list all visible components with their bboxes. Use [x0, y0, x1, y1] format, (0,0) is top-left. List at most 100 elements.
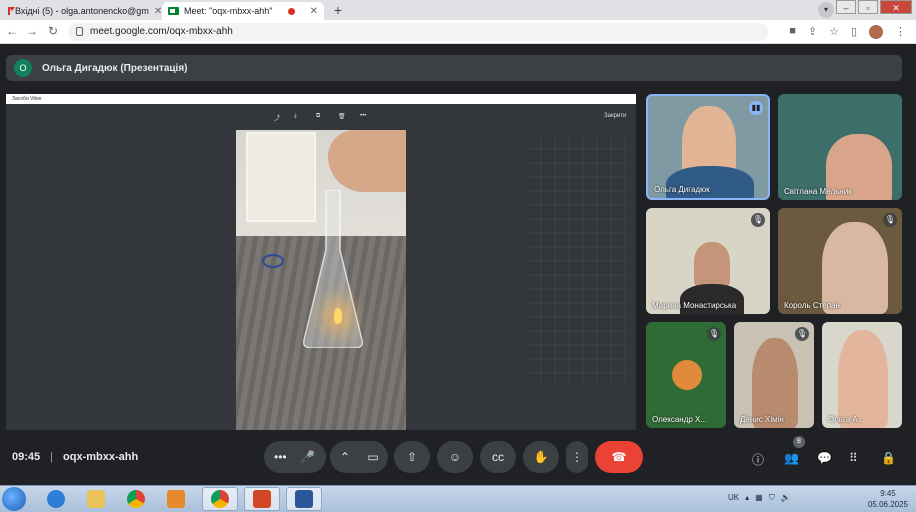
- photo-flask: [302, 190, 364, 348]
- participant-tile-3[interactable]: 🎙 Марина Монастирська: [646, 208, 770, 314]
- browser-toolbar-icons: ■ ⇪ ☆ ▯ ⋮: [789, 25, 906, 39]
- camera-control-group: ⌃ ▭: [330, 441, 388, 473]
- present-screen-button[interactable]: ⇧: [394, 441, 430, 473]
- people-icon[interactable]: 👥: [784, 451, 799, 465]
- chat-icon[interactable]: 💬: [817, 451, 832, 465]
- network-icon[interactable]: ▦: [755, 493, 763, 503]
- separator: |: [50, 451, 53, 463]
- new-tab-button[interactable]: +: [330, 2, 346, 18]
- mic-control-group: ••• 🎤: [264, 441, 326, 473]
- profile-avatar[interactable]: [869, 25, 883, 39]
- participant-tile-6[interactable]: 🎙 Денис Хімін: [734, 322, 814, 428]
- tab-meet-title: Meet: "oqx-mbxx-ahh": [184, 6, 273, 16]
- captions-button[interactable]: cc: [480, 441, 516, 473]
- image-viewer-toolbar: ⤴ ⤓ ⧉ 🗑 ••• Закрити: [6, 108, 636, 128]
- chrome-icon: [211, 490, 229, 508]
- participant-name: Денис Хімін: [740, 415, 784, 424]
- shared-window-title: Засоби Viber: [6, 94, 636, 104]
- back-button[interactable]: ←: [6, 24, 18, 38]
- participant-clothing: [666, 166, 754, 198]
- sidebar-icon[interactable]: ▯: [851, 25, 857, 39]
- taskbar-media-player[interactable]: [158, 487, 194, 511]
- participant-video: [694, 242, 730, 286]
- emoji-panel: [528, 136, 628, 386]
- clock-time: 9:45: [880, 489, 896, 498]
- maximize-button[interactable]: ▫: [858, 0, 878, 14]
- camera-button[interactable]: ▭: [367, 450, 378, 464]
- word-icon: [295, 490, 313, 508]
- share-icon[interactable]: ⇪: [808, 25, 817, 39]
- language-indicator[interactable]: UK: [728, 493, 739, 503]
- close-window-button[interactable]: ✕: [880, 0, 912, 14]
- participant-tile-7[interactable]: Ольга А...: [822, 322, 902, 428]
- taskbar-file-explorer[interactable]: [78, 487, 114, 511]
- window-controls: – ▫ ✕: [836, 0, 912, 14]
- meeting-details-icon[interactable]: ⓘ: [752, 451, 764, 468]
- video-options-button[interactable]: ⌃: [340, 450, 350, 464]
- participant-avatar-photo: [672, 360, 702, 390]
- meeting-code: oqx-mbxx-ahh: [63, 451, 139, 463]
- download-icon: ⤓: [294, 113, 297, 119]
- lock-icon: [76, 27, 83, 36]
- url-field[interactable]: meet.google.com/oqx-mbxx-ahh: [68, 23, 768, 41]
- copy-icon: ⧉: [316, 113, 321, 119]
- participant-tile-1[interactable]: ▮▮ Ольга Дигадюк: [646, 94, 770, 200]
- host-controls-icon[interactable]: 🔒: [881, 451, 896, 465]
- minimize-button[interactable]: –: [836, 0, 856, 14]
- people-count-badge: 8: [793, 436, 805, 448]
- clock-date: 05.06.2025: [867, 500, 908, 509]
- end-call-button[interactable]: ☎: [595, 441, 643, 473]
- microphone-button[interactable]: 🎤: [300, 450, 315, 464]
- close-tab-icon[interactable]: ✕: [310, 6, 318, 17]
- viewer-close-label: Закрити: [604, 113, 627, 119]
- bookmark-star-icon[interactable]: ☆: [829, 25, 839, 39]
- meeting-time: 09:45: [12, 451, 41, 463]
- more-options-button[interactable]: ⋮: [566, 441, 588, 473]
- more-icon: •••: [360, 113, 367, 119]
- presenter-avatar: О: [14, 59, 32, 77]
- gmail-icon: [8, 7, 15, 15]
- mic-off-icon: 🎙: [707, 327, 721, 341]
- share-icon: ⤴: [274, 116, 281, 122]
- forward-button[interactable]: →: [26, 24, 38, 38]
- reload-button[interactable]: ↻: [48, 24, 58, 38]
- mic-off-icon: 🎙: [795, 327, 809, 341]
- camera-permission-icon[interactable]: ■: [789, 25, 796, 39]
- system-clock[interactable]: 9:45 05.06.2025: [868, 488, 908, 510]
- security-icon[interactable]: ⛉: [769, 493, 775, 503]
- volume-icon[interactable]: 🔊: [781, 493, 791, 503]
- participant-name: Король Степан: [784, 301, 840, 310]
- speaking-indicator-icon: ▮▮: [749, 101, 763, 115]
- meet-icon: [168, 7, 179, 15]
- participant-name: Олександр Х...: [652, 415, 708, 424]
- participant-name: Світлана Мельник: [784, 187, 852, 196]
- taskbar-chrome[interactable]: [118, 487, 154, 511]
- participant-name: Ольга А...: [828, 415, 865, 424]
- taskbar-powerpoint[interactable]: [244, 487, 280, 511]
- taskbar-word[interactable]: [286, 487, 322, 511]
- participant-tile-5[interactable]: 🎙 Олександр Х...: [646, 322, 726, 428]
- start-button[interactable]: [2, 487, 26, 511]
- activities-icon[interactable]: ⠿: [849, 451, 858, 465]
- participant-tile-2[interactable]: Світлана Мельник: [778, 94, 902, 200]
- close-tab-icon[interactable]: ✕: [154, 6, 162, 17]
- audio-options-button[interactable]: •••: [274, 450, 287, 464]
- taskbar-internet-explorer[interactable]: [38, 487, 74, 511]
- menu-kebab-icon[interactable]: ⋮: [895, 25, 906, 39]
- reactions-button[interactable]: ☺: [437, 441, 473, 473]
- tab-gmail[interactable]: Вхідні (5) - olga.antonencko@gm ✕: [2, 2, 162, 20]
- tab-search-button[interactable]: ▾: [818, 2, 834, 18]
- tray-expand-icon[interactable]: ▴: [745, 493, 749, 503]
- system-tray-icons: UK ▴ ▦ ⛉ 🔊: [728, 493, 791, 503]
- address-bar-row: ← → ↻ meet.google.com/oqx-mbxx-ahh ■ ⇪ ☆…: [0, 20, 916, 44]
- participant-tile-4[interactable]: 🎙 Король Степан: [778, 208, 902, 314]
- participant-name: Марина Монастирська: [652, 301, 737, 310]
- meeting-info: 09:45 | oqx-mbxx-ahh: [12, 451, 138, 463]
- internet-explorer-icon: [47, 490, 65, 508]
- mic-off-icon: 🎙: [751, 213, 765, 227]
- participant-video: [838, 330, 888, 428]
- raise-hand-button[interactable]: ✋: [523, 441, 559, 473]
- media-player-icon: [167, 490, 185, 508]
- tab-meet[interactable]: Meet: "oqx-mbxx-ahh" ✕: [162, 2, 324, 20]
- taskbar-chrome-active[interactable]: [202, 487, 238, 511]
